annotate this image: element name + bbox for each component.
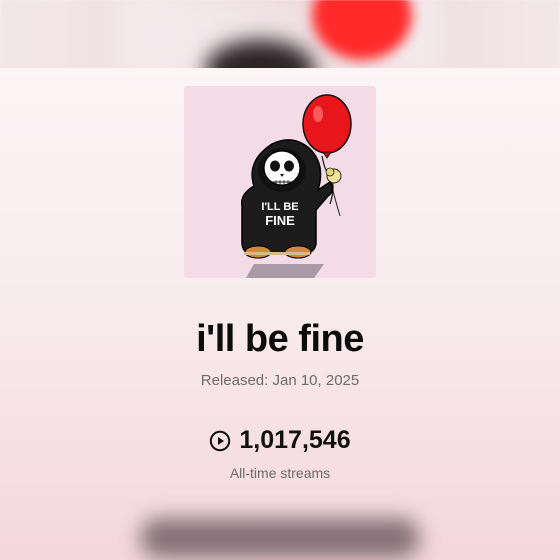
cover-illustration: I'LL BE FINE [241, 94, 352, 278]
cover-text-line1: I'LL BE [261, 201, 298, 213]
streams-count: 1,017,546 [239, 426, 351, 454]
streams-label: All-time streams [229, 465, 331, 481]
cover-art: I'LL BE FINE [184, 86, 376, 278]
release-title: i'll be fine [196, 318, 364, 360]
blurred-background-bottom [140, 518, 420, 558]
cover-text-line2: FINE [265, 213, 295, 228]
play-circle-icon [209, 430, 231, 452]
streams-row: 1,017,546 [0, 426, 560, 455]
blurred-background-top [0, 0, 560, 70]
release-date: Released: Jan 10, 2025 [200, 372, 360, 389]
